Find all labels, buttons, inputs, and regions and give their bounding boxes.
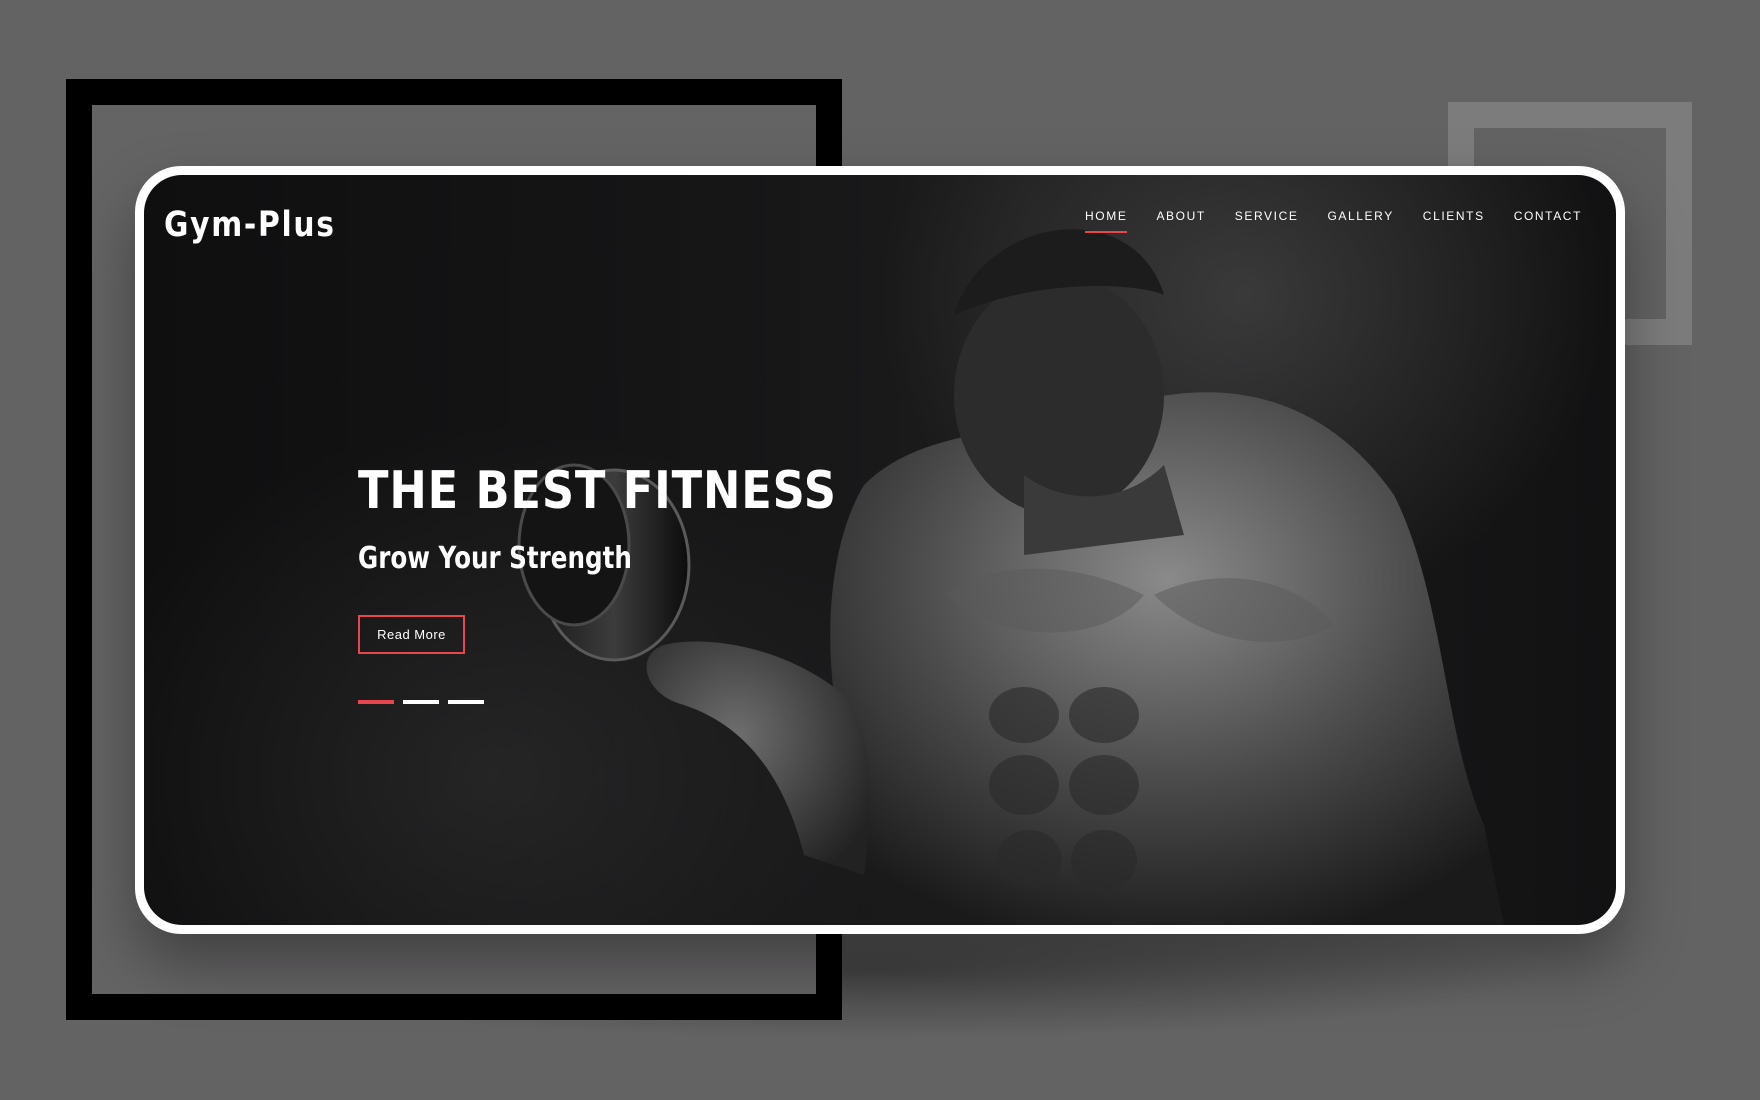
slider-indicators	[358, 700, 484, 704]
slider-dot-3[interactable]	[448, 700, 484, 704]
slider-dot-2[interactable]	[403, 700, 439, 704]
site-logo[interactable]: Gym-Plus	[164, 205, 336, 245]
main-navigation: HOME ABOUT SERVICE GALLERY CLIENTS CONTA…	[1085, 209, 1582, 233]
hero-title: THE BEST FITNESS	[358, 461, 837, 521]
nav-item-gallery[interactable]: GALLERY	[1327, 209, 1393, 233]
website-mockup-card: Gym-Plus HOME ABOUT SERVICE GALLERY CLIE…	[135, 166, 1625, 934]
nav-item-contact[interactable]: CONTACT	[1514, 209, 1582, 233]
hero-subtitle: Grow Your Strength	[358, 541, 632, 576]
nav-item-home[interactable]: HOME	[1085, 209, 1128, 233]
read-more-button[interactable]: Read More	[358, 615, 465, 654]
slider-dot-1[interactable]	[358, 700, 394, 704]
nav-item-about[interactable]: ABOUT	[1156, 209, 1205, 233]
nav-item-service[interactable]: SERVICE	[1235, 209, 1299, 233]
hero-section: Gym-Plus HOME ABOUT SERVICE GALLERY CLIE…	[144, 175, 1616, 925]
nav-item-clients[interactable]: CLIENTS	[1423, 209, 1485, 233]
presentation-stage: Gym-Plus HOME ABOUT SERVICE GALLERY CLIE…	[0, 0, 1760, 1100]
